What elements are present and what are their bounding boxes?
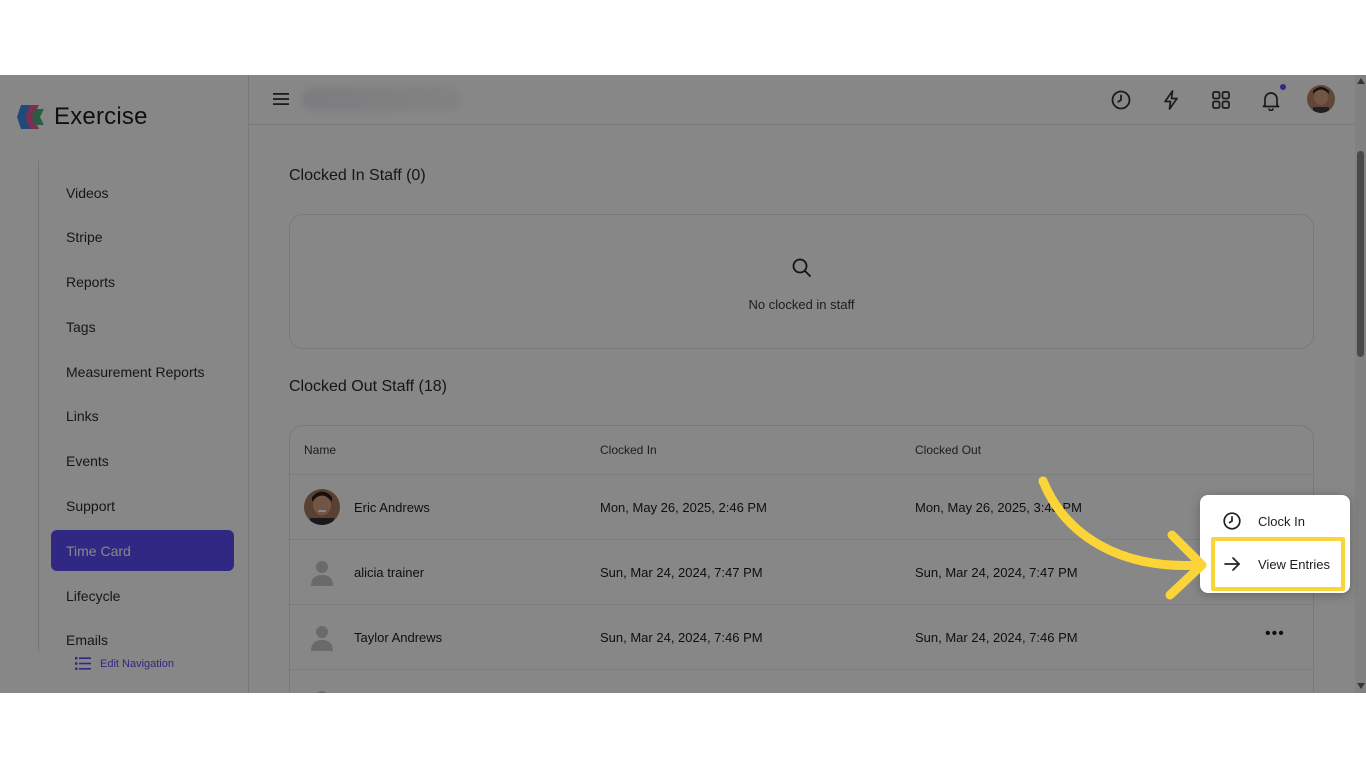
edit-navigation-label: Edit Navigation (100, 657, 174, 670)
avatar (304, 554, 340, 590)
sidebar-item-lifecycle[interactable]: Lifecycle (51, 575, 234, 616)
sidebar-item-time-card[interactable]: Time Card (51, 530, 234, 572)
menu-item-view-entries[interactable]: View Entries (1200, 544, 1350, 584)
sidebar-item-reports[interactable]: Reports (51, 262, 234, 303)
table-row[interactable]: alicia trainer Sun, Mar 24, 2024, 7:47 P… (290, 539, 1313, 604)
user-photo-icon (304, 489, 340, 525)
sidebar-item-measurement-reports[interactable]: Measurement Reports (51, 351, 234, 392)
menu-item-label: Clock In (1258, 513, 1305, 529)
app-window: Exercise Videos Stripe Reports Tags Meas… (0, 75, 1366, 693)
column-header-clocked-out[interactable]: Clocked Out (915, 443, 981, 457)
clock-icon (1223, 512, 1241, 530)
table-row[interactable]: Taylor Andrews Sun, Mar 24, 2024, 7:46 P… (290, 604, 1313, 669)
notification-dot (1280, 84, 1286, 90)
sidebar-item-stripe[interactable]: Stripe (51, 217, 234, 258)
app-logo[interactable]: Exercise (17, 103, 148, 131)
column-header-name[interactable]: Name (304, 443, 336, 457)
sidebar-item-emails[interactable]: Emails (51, 620, 234, 661)
clock-icon[interactable] (1110, 89, 1132, 111)
clocked-out-table: Name Clocked In Clocked Out Eric Andrews… (289, 425, 1314, 693)
staff-name: Eric Andrews (354, 500, 430, 515)
column-header-clocked-in[interactable]: Clocked In (600, 443, 657, 457)
clocked-in-time: Sun, Mar 24, 2024, 7:47 PM (600, 565, 763, 580)
sidebar-item-events[interactable]: Events (51, 441, 234, 482)
arrow-right-icon (1224, 557, 1240, 571)
person-placeholder-icon (317, 691, 327, 693)
nav-rail (38, 161, 39, 651)
clocked-in-title: Clocked In Staff (0) (289, 167, 426, 184)
scroll-up-arrow-icon[interactable] (1357, 78, 1365, 84)
clocked-out-time: Sun, Mar 24, 2024, 7:46 PM (915, 630, 1078, 645)
sidebar-item-support[interactable]: Support (51, 486, 234, 527)
sidebar: Exercise Videos Stripe Reports Tags Meas… (0, 75, 249, 693)
breadcrumb (301, 87, 461, 111)
row-actions-menu: Clock In View Entries (1200, 495, 1350, 593)
user-photo-icon (1307, 85, 1335, 113)
sidebar-item-videos[interactable]: Videos (51, 172, 234, 213)
app-name: Exercise (54, 103, 148, 130)
menu-item-clock-in[interactable]: Clock In (1200, 501, 1350, 541)
sidebar-nav: Videos Stripe Reports Tags Measurement R… (51, 172, 234, 665)
search-icon (792, 258, 811, 277)
scrollbar-thumb[interactable] (1357, 151, 1364, 357)
logo-icon (17, 105, 44, 129)
person-placeholder-icon (311, 561, 333, 586)
sidebar-item-tags[interactable]: Tags (51, 306, 234, 347)
page-scrollbar[interactable] (1355, 75, 1366, 693)
scroll-down-arrow-icon[interactable] (1357, 683, 1365, 689)
person-placeholder-icon (311, 626, 333, 651)
table-row[interactable]: Eric Andrews Mon, May 26, 2025, 2:46 PM … (290, 474, 1313, 539)
clocked-in-time: Mon, May 26, 2025, 2:46 PM (600, 500, 767, 515)
list-icon (75, 657, 91, 670)
more-options-button[interactable]: ••• (1265, 625, 1285, 643)
staff-name: Taylor Andrews (354, 630, 443, 645)
apps-grid-icon[interactable] (1210, 89, 1232, 111)
bell-icon[interactable] (1260, 89, 1282, 111)
menu-item-label: View Entries (1258, 556, 1331, 572)
avatar (304, 684, 340, 693)
staff-name: alicia trainer (354, 565, 425, 580)
clocked-out-time: Mon, May 26, 2025, 3:48 PM (915, 500, 1082, 515)
top-header (249, 75, 1355, 125)
empty-message: No clocked in staff (748, 297, 855, 312)
edit-navigation-link[interactable]: Edit Navigation (75, 657, 174, 670)
main-content: Clocked In Staff (0) No clocked in staff… (249, 125, 1355, 693)
avatar (304, 489, 340, 525)
clocked-in-empty-card: No clocked in staff (289, 214, 1314, 349)
clocked-out-title: Clocked Out Staff (18) (289, 378, 447, 395)
clocked-in-time: Sun, Mar 24, 2024, 7:46 PM (600, 630, 763, 645)
clocked-out-time: Sun, Mar 24, 2024, 7:47 PM (915, 565, 1078, 580)
user-avatar[interactable] (1307, 85, 1335, 113)
avatar (304, 619, 340, 655)
table-row[interactable] (290, 669, 1313, 693)
menu-icon[interactable] (272, 90, 290, 108)
sidebar-item-links[interactable]: Links (51, 396, 234, 437)
lightning-icon[interactable] (1160, 89, 1182, 111)
